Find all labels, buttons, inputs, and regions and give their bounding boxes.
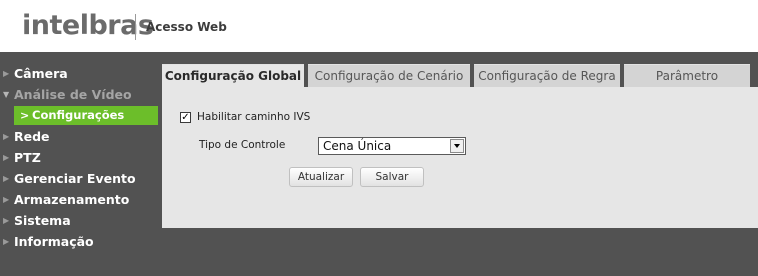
control-type-value: Cena Única <box>323 139 392 153</box>
sidebar-item-label: Configurações <box>32 108 125 122</box>
sidebar-item-label: Sistema <box>14 213 71 228</box>
tab-rule-configuration[interactable]: Configuração de Regra <box>474 64 620 87</box>
sidebar-item-ptz[interactable]: ▶ PTZ <box>0 148 160 167</box>
triangle-down-icon: ▼ <box>3 90 10 99</box>
sidebar-subitem-settings[interactable]: > Configurações <box>14 106 158 125</box>
triangle-right-icon: ▶ <box>3 237 10 246</box>
tab-parameters[interactable]: Parâmetro <box>624 64 750 87</box>
ivs-path-checkbox[interactable]: ✓ <box>180 112 191 123</box>
sidebar-item-video-analysis[interactable]: ▼ Análise de Vídeo <box>0 85 160 104</box>
triangle-right-icon: ▶ <box>3 174 10 183</box>
sidebar-item-storage[interactable]: ▶ Armazenamento <box>0 190 160 209</box>
app-title: Acesso Web <box>146 20 227 34</box>
tab-global-configuration[interactable]: Configuração Global <box>162 64 304 87</box>
sidebar-item-label: PTZ <box>14 150 41 165</box>
sidebar-item-label: Gerenciar Evento <box>14 171 136 186</box>
dropdown-button[interactable] <box>450 139 464 153</box>
sidebar-item-label: Rede <box>14 129 50 144</box>
tab-scene-configuration[interactable]: Configuração de Cenário <box>308 64 470 87</box>
sidebar-item-label: Informação <box>14 234 94 249</box>
content-panel: ✓ Habilitar caminho IVS Tipo de Controle… <box>162 87 758 228</box>
control-type-label: Tipo de Controle <box>199 139 286 151</box>
sidebar-item-event-management[interactable]: ▶ Gerenciar Evento <box>0 169 160 188</box>
triangle-right-icon: ▶ <box>3 216 10 225</box>
intelbras-logo: intelbras <box>22 10 154 41</box>
triangle-right-icon: ▶ <box>3 132 10 141</box>
sidebar-item-label: Armazenamento <box>14 192 130 207</box>
chevron-down-icon <box>454 144 460 148</box>
triangle-right-icon: ▶ <box>3 153 10 162</box>
ivs-path-label: Habilitar caminho IVS <box>197 111 311 123</box>
sidebar-item-network[interactable]: ▶ Rede <box>0 127 160 146</box>
chevron-right-icon: > <box>20 109 30 122</box>
triangle-right-icon: ▶ <box>3 195 10 204</box>
sidebar-item-information[interactable]: ▶ Informação <box>0 232 160 251</box>
header: intelbras Acesso Web <box>0 0 758 52</box>
sidebar-item-label: Análise de Vídeo <box>14 87 132 102</box>
sidebar-item-system[interactable]: ▶ Sistema <box>0 211 160 230</box>
sidebar-item-label: Câmera <box>14 66 68 81</box>
control-type-select[interactable]: Cena Única <box>318 137 466 155</box>
sidebar-item-camera[interactable]: ▶ Câmera <box>0 64 160 83</box>
checkmark-icon: ✓ <box>181 112 190 123</box>
logo-divider <box>135 14 136 40</box>
triangle-right-icon: ▶ <box>3 69 10 78</box>
refresh-button[interactable]: Atualizar <box>289 167 353 187</box>
sidebar-nav: ▶ Câmera ▼ Análise de Vídeo > Configuraç… <box>0 64 160 253</box>
save-button[interactable]: Salvar <box>360 167 424 187</box>
